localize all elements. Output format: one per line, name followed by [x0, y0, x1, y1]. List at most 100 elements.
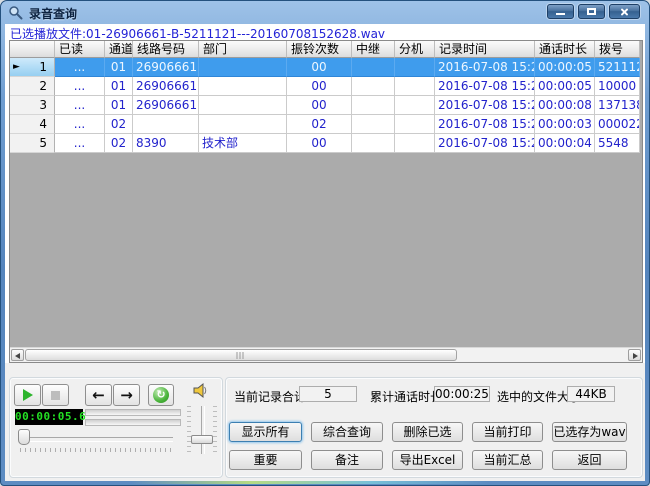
duration-label: 累计通话时长 — [370, 388, 442, 405]
table-cell — [199, 115, 287, 134]
table-cell — [133, 115, 199, 134]
screen: 录音查询 已选播放文件:01-26906661-B-5211121---2016… — [0, 0, 650, 486]
table-cell: 2016-07-08 15:26:28 — [435, 58, 535, 77]
grid-body: ►1...0126906661002016-07-08 15:26:2800:0… — [10, 58, 642, 153]
play-button[interactable] — [14, 384, 41, 406]
table-cell — [352, 58, 395, 77]
delete-selected-button[interactable]: 删除已选 — [392, 422, 463, 442]
table-cell: 01 — [105, 96, 133, 115]
table-cell: 00:00:05 — [535, 77, 595, 96]
table-cell: 0000222 — [595, 115, 640, 134]
table-row[interactable]: ►1...0126906661002016-07-08 15:26:2800:0… — [10, 58, 642, 77]
table-row[interactable]: 4...02022016-07-08 15:27:1300:00:0300002… — [10, 115, 642, 134]
table-cell: ... — [55, 115, 105, 134]
show-all-button[interactable]: 显示所有 — [229, 422, 302, 442]
mark-important-button[interactable]: 重要 — [229, 450, 302, 470]
bottom-panel: ← → ↻ 00:00:05.6 — [5, 363, 645, 481]
scroll-right-icon — [633, 353, 638, 359]
volume-slider[interactable] — [201, 406, 205, 454]
records-table: 已读通道线路号码部门振铃次数中继分机记录时间通话时长拨号 ►1...012690… — [9, 40, 643, 363]
position-slider-thumb[interactable] — [18, 429, 30, 445]
next-record-button[interactable]: → — [113, 384, 140, 406]
column-header[interactable]: 通道 — [105, 41, 133, 58]
table-cell: 00 — [287, 77, 352, 96]
table-cell: 00 — [287, 96, 352, 115]
table-cell — [199, 96, 287, 115]
table-cell: 00:00:03 — [535, 115, 595, 134]
print-current-button[interactable]: 当前打印 — [472, 422, 543, 442]
remark-button[interactable]: 备注 — [311, 450, 383, 470]
table-row[interactable]: 2...0126906661002016-07-08 15:26:4200:00… — [10, 77, 642, 96]
close-button[interactable] — [609, 4, 640, 19]
app-window: 录音查询 已选播放文件:01-26906661-B-5211121---2016… — [0, 0, 650, 486]
row-number: 4 — [39, 116, 47, 133]
column-header[interactable]: 通话时长 — [535, 41, 595, 58]
position-slider[interactable] — [20, 437, 173, 442]
actions-panel: 当前记录合计 5 累计通话时长 00:00:25 选中的文件大小 44KB 显示… — [225, 377, 643, 478]
client-area: 已选播放文件:01-26906661-B-5211121---201607081… — [5, 24, 645, 481]
scroll-left-button[interactable] — [11, 349, 24, 361]
button-row1: 显示所有综合查询删除已选当前打印已选存为wav — [229, 422, 639, 442]
titlebar[interactable]: 录音查询 — [1, 1, 649, 24]
row-number: 1 — [39, 59, 47, 76]
table-cell: ... — [55, 134, 105, 153]
column-header[interactable]: 部门 — [199, 41, 287, 58]
row-number: 5 — [39, 135, 47, 152]
play-icon — [23, 389, 33, 401]
table-cell: 00:00:05 — [535, 58, 595, 77]
scroll-right-button[interactable] — [628, 349, 641, 361]
table-cell — [352, 134, 395, 153]
advanced-query-button[interactable]: 综合查询 — [311, 422, 383, 442]
row-header[interactable]: 5 — [10, 134, 55, 153]
table-cell: 13713849 — [595, 96, 640, 115]
row-header[interactable]: 2 — [10, 77, 55, 96]
column-header[interactable]: 振铃次数 — [287, 41, 352, 58]
minimize-button[interactable] — [547, 4, 574, 19]
row-number: 2 — [39, 78, 47, 95]
minimize-icon — [556, 13, 565, 15]
column-header[interactable]: 分机 — [395, 41, 435, 58]
table-row[interactable]: 3...0126906661002016-07-08 15:26:5400:00… — [10, 96, 642, 115]
volume-slider-thumb[interactable] — [191, 435, 213, 444]
window-controls — [547, 4, 640, 19]
loop-button[interactable]: ↻ — [148, 384, 174, 406]
table-cell — [395, 115, 435, 134]
column-header[interactable]: 记录时间 — [435, 41, 535, 58]
table-cell — [352, 96, 395, 115]
save-selected-as-wav-button[interactable]: 已选存为wav — [552, 422, 627, 442]
button-row2: 重要备注导出Excel 当前汇总返回 — [229, 450, 639, 470]
row-header[interactable]: ►1 — [10, 58, 55, 77]
current-summary-button[interactable]: 当前汇总 — [472, 450, 543, 470]
level-meter-top — [85, 409, 181, 416]
previous-record-button[interactable]: ← — [85, 384, 112, 406]
column-header[interactable]: 中继 — [352, 41, 395, 58]
stop-button[interactable] — [42, 384, 69, 406]
row-header[interactable]: 3 — [10, 96, 55, 115]
table-cell: 2016-07-08 15:26:54 — [435, 96, 535, 115]
table-cell — [395, 58, 435, 77]
table-cell: 10000 — [595, 77, 640, 96]
position-slider-ticks — [20, 448, 173, 452]
maximize-button[interactable] — [578, 4, 605, 19]
magnifier-icon — [8, 5, 23, 20]
table-cell: 02 — [105, 115, 133, 134]
table-cell: 2016-07-08 15:26:42 — [435, 77, 535, 96]
row-header[interactable]: 4 — [10, 115, 55, 134]
scrollbar-thumb[interactable] — [25, 349, 457, 361]
table-cell: 2016-07-08 15:28:07 — [435, 134, 535, 153]
export-excel-button[interactable]: 导出Excel — [392, 450, 463, 470]
return-button[interactable]: 返回 — [552, 450, 627, 470]
horizontal-scrollbar[interactable] — [10, 347, 642, 362]
column-header[interactable]: 线路号码 — [133, 41, 199, 58]
scrollbar-grip-icon — [237, 352, 246, 359]
table-cell: ... — [55, 77, 105, 96]
table-row[interactable]: 5...028390技术部002016-07-08 15:28:0700:00:… — [10, 134, 642, 153]
table-cell: 26906661 — [133, 77, 199, 96]
table-corner-cell[interactable] — [10, 41, 55, 58]
column-header[interactable]: 拨号 — [595, 41, 640, 58]
column-header[interactable]: 已读 — [55, 41, 105, 58]
window-title: 录音查询 — [29, 5, 77, 22]
filesize-value: 44KB — [567, 386, 615, 402]
player-panel: ← → ↻ 00:00:05.6 — [9, 377, 223, 478]
level-meter-bottom — [85, 419, 181, 426]
